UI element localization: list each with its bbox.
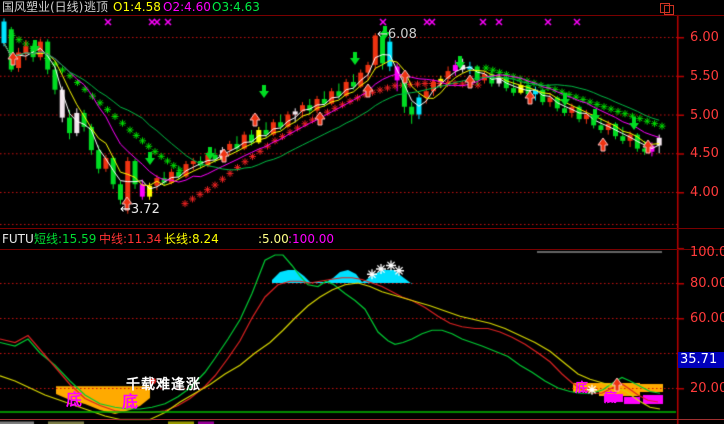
open2-value: O2:4.60 — [163, 0, 211, 15]
main-axis-label: 5.50 — [690, 69, 719, 84]
low-price-label: ←3.72 — [120, 202, 160, 217]
sub-axis-label: 20.00 — [690, 381, 724, 396]
mid-line-value: 中线:11.34 — [99, 230, 161, 248]
window-restore-icon[interactable] — [660, 3, 674, 14]
sub-axis-label: 80.00 — [690, 276, 724, 291]
futu-separator — [0, 249, 724, 250]
sub-axis-label: 60.00 — [690, 311, 724, 326]
bottom-signal-text: 底 — [575, 377, 589, 396]
bottom-signal-text: 底 — [66, 386, 83, 410]
futu-header: FUTU 短线:15.59 中线:11.34 长线:8.24 :5.00 :10… — [0, 230, 724, 248]
stock-title: 国风塑业(日线) — [2, 0, 83, 15]
main-axis-label: 4.00 — [690, 185, 719, 200]
param2-value: :100.00 — [288, 230, 334, 248]
trading-terminal-window: 国风塑业(日线) 逃顶 O1:4.58 O2:4.60 O3:4.63 FUTU… — [0, 0, 724, 424]
panel-divider — [0, 228, 724, 229]
short-line-value: 短线:15.59 — [34, 230, 96, 248]
open1-value: O1:4.58 — [113, 0, 161, 15]
sub-axis-label: 100.0 — [690, 245, 724, 260]
phrase-signal-text: 千载难逢涨 — [126, 374, 201, 394]
open3-value: O3:4.63 — [212, 0, 260, 15]
current-value-badge: 35.71 — [678, 352, 724, 368]
signal-label: 逃顶 — [84, 0, 108, 15]
header-separator — [0, 15, 724, 16]
main-axis-label: 4.50 — [690, 146, 719, 161]
main-axis-label: 6.00 — [690, 30, 719, 45]
param1-value: :5.00 — [258, 230, 289, 248]
main-axis-label: 5.00 — [690, 108, 719, 123]
bottom-signal-text: 底 — [604, 387, 618, 406]
title-bar: 国风塑业(日线) 逃顶 O1:4.58 O2:4.60 O3:4.63 — [0, 0, 724, 15]
long-line-value: 长线:8.24 — [164, 230, 219, 248]
chart-canvas[interactable] — [0, 0, 724, 424]
high-price-label: ←6.08 — [377, 27, 417, 42]
bottom-separator — [0, 419, 724, 420]
indicator-name: FUTU — [2, 230, 34, 248]
